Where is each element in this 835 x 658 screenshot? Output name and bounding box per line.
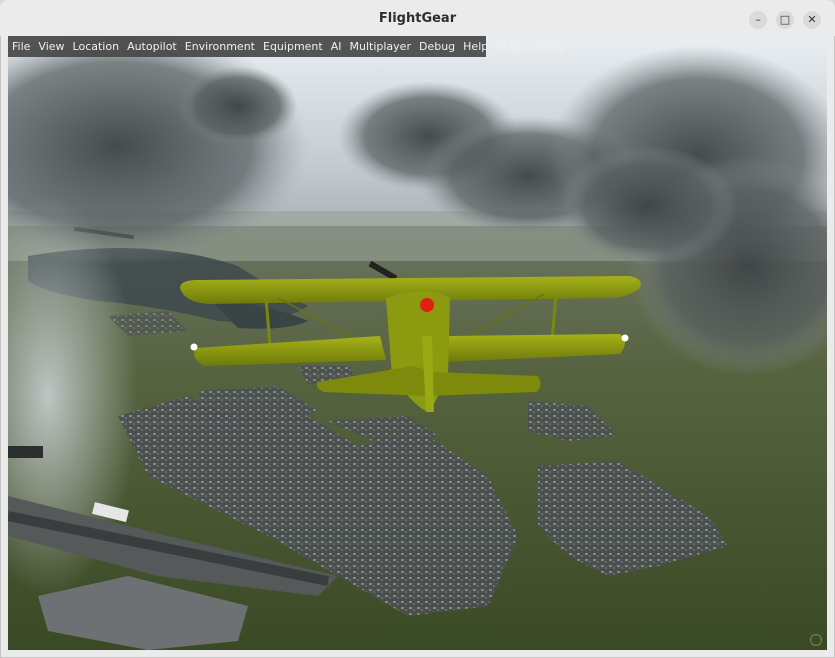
app-window: FlightGear – □ ✕ File View Location Auto… (0, 0, 835, 658)
close-button[interactable]: ✕ (803, 11, 821, 29)
flight-viewport[interactable]: File View Location Autopilot Environment… (8, 36, 827, 650)
menu-view[interactable]: View (34, 36, 68, 57)
menu-environment[interactable]: Environment (181, 36, 259, 57)
title-bar[interactable]: FlightGear – □ ✕ (0, 0, 835, 36)
minimize-button[interactable]: – (749, 11, 767, 29)
menu-multiplayer[interactable]: Multiplayer (346, 36, 415, 57)
window-title: FlightGear (378, 11, 457, 26)
menu-location[interactable]: Location (69, 36, 124, 57)
menu-equipment[interactable]: Equipment (259, 36, 327, 57)
close-icon: ✕ (807, 13, 817, 26)
menu-bar: File View Location Autopilot Environment… (8, 36, 566, 57)
menu-ai[interactable]: AI (327, 36, 346, 57)
maximize-icon: □ (779, 13, 791, 26)
flight-scene (8, 36, 827, 650)
minimize-icon: – (755, 13, 761, 26)
menu-autopilot[interactable]: Autopilot (123, 36, 181, 57)
menu-help[interactable]: Help (459, 36, 492, 57)
menu-file[interactable]: File (8, 36, 34, 57)
menu-debug[interactable]: Debug (415, 36, 459, 57)
menu-staggerwing[interactable]: Staggerwing (492, 36, 569, 57)
maximize-button[interactable]: □ (776, 11, 794, 29)
status-indicator-icon (810, 634, 822, 646)
